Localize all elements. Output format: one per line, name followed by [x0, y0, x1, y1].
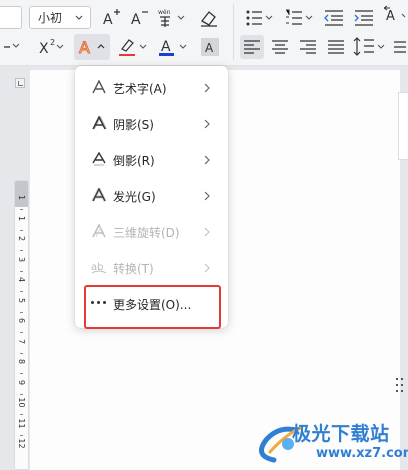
shadow-text-icon — [91, 115, 107, 130]
ruler-number: 4 — [17, 276, 26, 283]
ruler-number: 7 — [17, 338, 26, 344]
align-center-icon[interactable] — [268, 35, 292, 59]
bullet-list-icon[interactable] — [244, 6, 278, 30]
strikethrough-icon[interactable] — [0, 35, 24, 59]
watermark-name: 极光下载站 — [292, 423, 390, 445]
highlight-annotation-box — [84, 285, 221, 329]
character-shading-icon[interactable]: A — [198, 35, 222, 59]
increase-font-size-icon[interactable]: A — [100, 7, 122, 29]
side-panel-edge — [398, 92, 408, 160]
ruler-number: 12 — [17, 438, 26, 449]
vertical-ruler: 1 1 2 3 4 5 6 7 8 9 10 11 12 — [14, 180, 29, 470]
ruler-number: 2 — [17, 235, 26, 242]
chevron-right-icon — [203, 154, 211, 168]
numbered-list-icon[interactable] — [284, 6, 318, 30]
svg-text:wén: wén — [158, 9, 171, 16]
chevron-right-icon — [203, 226, 211, 240]
ruler-number: 8 — [17, 358, 26, 365]
phonetic-guide-icon[interactable]: wén — [156, 6, 190, 30]
align-left-icon[interactable] — [240, 35, 264, 59]
ruler-tick — [20, 270, 23, 272]
svg-text:2: 2 — [50, 38, 55, 47]
transform-text-icon: ab — [91, 260, 107, 274]
svg-text:A: A — [79, 38, 90, 57]
ribbon-toolbar: 小初 A A wén A X 2 A A A — [0, 0, 408, 66]
align-right-icon[interactable] — [296, 35, 320, 59]
chevron-right-icon — [203, 82, 211, 96]
watermark-url: www.xz7.com — [316, 446, 408, 461]
font-color-icon[interactable]: A — [156, 35, 192, 59]
menu-item-label: 发光(G) — [113, 190, 156, 204]
tab-stop-selector[interactable] — [15, 78, 25, 88]
chevron-down-icon[interactable] — [74, 11, 84, 28]
increase-indent-icon[interactable] — [352, 6, 376, 30]
ruler-tick — [20, 291, 23, 293]
svg-text:A: A — [131, 12, 141, 28]
ruler-tick — [20, 434, 23, 436]
svg-text:A: A — [205, 41, 214, 55]
ruler-tick — [20, 250, 23, 252]
menu-item-art-text[interactable]: 艺术字(A) — [75, 69, 228, 105]
line-spacing-icon[interactable] — [352, 34, 388, 60]
ruler-tick — [20, 332, 23, 334]
text-effects-icon[interactable]: A — [74, 34, 110, 60]
reflection-text-icon — [91, 151, 107, 166]
menu-item-glow[interactable]: 发光(G) — [75, 177, 228, 213]
drag-handle-icon[interactable] — [396, 378, 406, 396]
menu-item-label: 三维旋转(D) — [113, 226, 180, 240]
font-name-combo[interactable] — [0, 6, 22, 29]
decrease-indent-icon[interactable] — [322, 6, 346, 30]
justify-icon[interactable] — [324, 35, 348, 59]
chevron-right-icon — [203, 190, 211, 204]
art-text-icon — [91, 79, 107, 94]
superscript-icon[interactable]: X 2 — [36, 35, 66, 59]
ruler-tick — [20, 352, 23, 354]
chevron-right-icon — [203, 262, 211, 276]
ruler-number: 1 — [17, 215, 26, 221]
ruler-number: 3 — [17, 256, 26, 262]
ruler-number: 5 — [17, 297, 26, 303]
glow-text-icon — [91, 185, 107, 202]
menu-item-label: 倒影(R) — [113, 154, 155, 168]
highlighter-icon[interactable] — [116, 35, 152, 59]
font-size-value: 小初 — [38, 11, 63, 25]
svg-text:A: A — [161, 39, 171, 55]
ruler-number: 9 — [17, 379, 26, 385]
svg-text:A: A — [103, 12, 113, 28]
ruler-number: 11 — [17, 417, 26, 429]
paragraph-settings-icon[interactable] — [392, 38, 408, 56]
menu-item-reflection[interactable]: 倒影(R) — [75, 141, 228, 177]
ruler-tick — [20, 393, 23, 395]
chevron-right-icon — [203, 118, 211, 132]
character-spacing-icon[interactable]: A — [382, 4, 408, 30]
ruler-tick — [20, 229, 23, 231]
font-size-combo[interactable]: 小初 — [29, 6, 91, 29]
menu-item-3d-rotation: 三维旋转(D) — [75, 213, 228, 249]
svg-text:X: X — [39, 41, 49, 57]
menu-item-label: 阴影(S) — [113, 118, 154, 132]
ruler-number: 10 — [17, 397, 26, 408]
eraser-icon[interactable] — [198, 7, 220, 29]
decrease-font-size-icon[interactable]: A — [128, 7, 150, 29]
ruler-tick — [20, 373, 23, 375]
menu-item-shadow[interactable]: 阴影(S) — [75, 105, 228, 141]
ruler-tick — [20, 311, 23, 313]
menu-item-label: 艺术字(A) — [113, 82, 167, 96]
ruler-tick — [20, 414, 23, 416]
ruler-tick — [20, 209, 23, 211]
toolbar-divider — [233, 4, 234, 60]
ruler-number: 6 — [17, 317, 26, 324]
ruler-number: 1 — [17, 194, 26, 201]
menu-item-label: 转换(T) — [113, 262, 154, 276]
menu-item-transform: ab 转换(T) — [75, 249, 228, 285]
3d-rotation-icon — [91, 223, 107, 238]
svg-text:A: A — [386, 9, 395, 24]
